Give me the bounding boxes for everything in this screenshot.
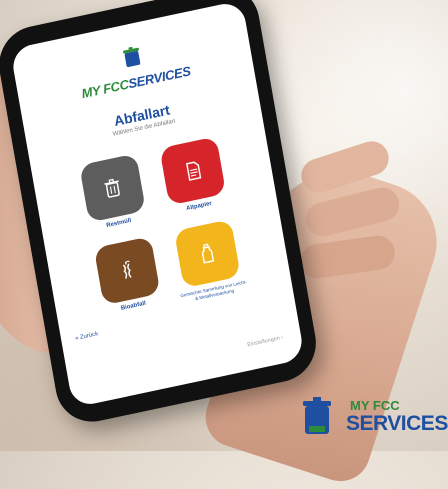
tile-bioabfall[interactable] <box>94 236 161 305</box>
tile-altpapier[interactable] <box>159 136 226 205</box>
trash-bin-icon <box>120 44 143 70</box>
trash-bin-icon <box>100 175 125 201</box>
tile-verpackung[interactable] <box>174 219 241 288</box>
trash-bin-icon <box>300 396 334 436</box>
brand-services: SERVICES <box>346 412 448 436</box>
phone-screen: MY FCCSERVICES Abfallart Wählen Sie die … <box>10 0 305 408</box>
paper-icon <box>180 158 205 184</box>
bottle-icon <box>195 241 220 267</box>
settings-link[interactable]: Einstellungen › <box>247 335 284 348</box>
back-link[interactable]: « Zurück <box>75 331 99 342</box>
tile-restmuell[interactable] <box>79 153 146 222</box>
brand-my-fcc: MY FCC <box>350 398 400 413</box>
corner-brand-logo: MY FCC SERVICES <box>298 394 446 446</box>
apple-core-icon <box>114 258 139 284</box>
